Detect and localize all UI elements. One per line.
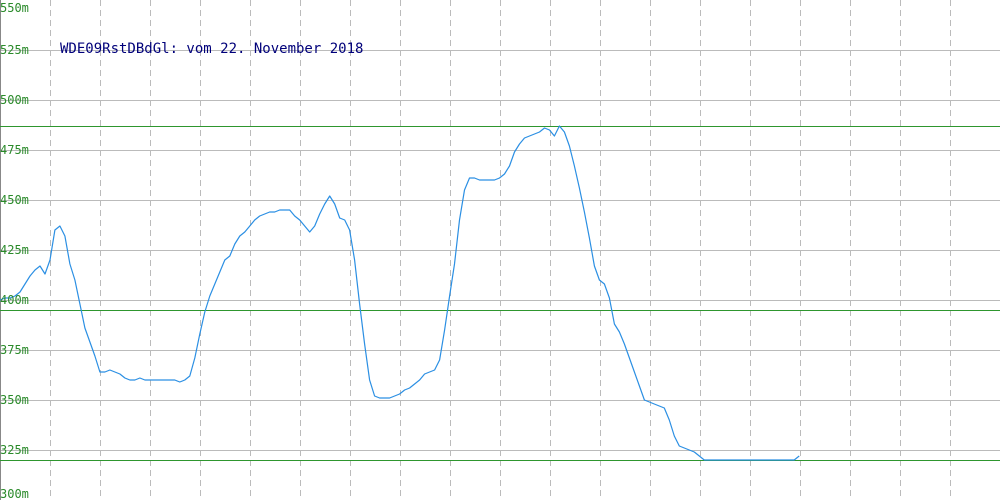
y-tick-label: 400m: [0, 293, 29, 307]
y-tick-label: 500m: [0, 93, 29, 107]
y-tick-label: 375m: [0, 343, 29, 357]
y-tick-label: 475m: [0, 143, 29, 157]
y-tick-label: 350m: [0, 393, 29, 407]
y-tick-label: 425m: [0, 243, 29, 257]
y-tick-label: 525m: [0, 43, 29, 57]
y-tick-label: 325m: [0, 443, 29, 457]
chart-title: WDE09RstDBdGl: vom 22. November 2018: [60, 41, 363, 57]
y-tick-label: 450m: [0, 193, 29, 207]
y-tick-label: 300m: [0, 487, 29, 500]
series-line: [0, 125, 800, 461]
y-tick-label: 550m: [0, 1, 29, 15]
line-chart: 550m 525m 500m 475m 450m 425m 400m 375m 350m 325m…: [0, 0, 1000, 500]
y-tick-labels: 550m 525m 500m 475m 450m 425m 400m 375m 350m 325m…: [0, 1, 29, 500]
